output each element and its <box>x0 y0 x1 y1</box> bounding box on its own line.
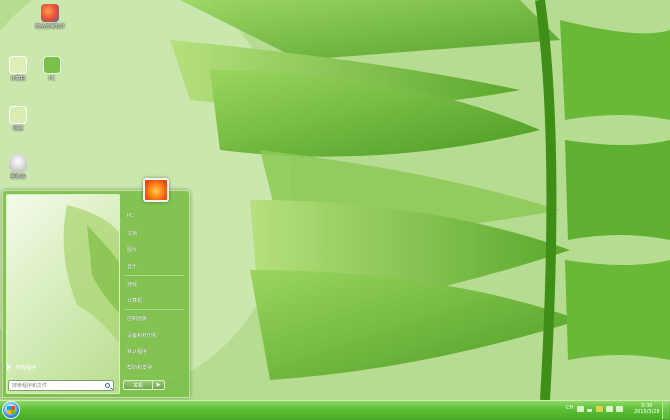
computer-icon <box>9 56 27 74</box>
desktop-icon-label: 计算机 <box>10 76 26 82</box>
desktop-icon-label: 回收站 <box>10 174 26 180</box>
user-avatar[interactable] <box>143 178 169 202</box>
desktop-icon-recycle-bin[interactable]: 回收站 <box>0 154 36 180</box>
network-icon <box>9 106 27 124</box>
menu-item-music[interactable]: 音乐 <box>127 263 137 270</box>
tray-arrow-icon[interactable] <box>587 406 592 412</box>
menu-item-games[interactable]: 游戏 <box>127 281 137 288</box>
keyboard-icon[interactable] <box>577 406 584 412</box>
shutdown-button[interactable]: 关机 <box>123 380 153 390</box>
menu-item-pc[interactable]: PC <box>127 213 134 219</box>
menu-item-documents[interactable]: 文档 <box>127 230 137 237</box>
show-desktop-button[interactable] <box>662 401 669 419</box>
desktop-icon-label: 安全管家软件 <box>34 24 65 30</box>
volume-icon[interactable] <box>616 406 623 412</box>
search-placeholder: 搜索程序和文件 <box>12 383 48 389</box>
menu-item-computer[interactable]: 计算机 <box>127 297 142 304</box>
menu-separator <box>124 275 184 276</box>
menu-item-default-programs[interactable]: 默认程序 <box>127 348 147 355</box>
start-button[interactable] <box>2 401 20 419</box>
menu-item-help-support[interactable]: 帮助和支持 <box>127 364 152 371</box>
all-programs-button[interactable]: 所有程序 <box>3 361 117 373</box>
recycle-bin-icon <box>9 154 27 172</box>
search-icon[interactable] <box>105 383 110 388</box>
desktop-icon-pc[interactable]: PC <box>34 56 70 82</box>
app-icon <box>41 4 59 22</box>
menu-item-control-panel[interactable]: 控制面板 <box>127 315 147 322</box>
arrow-right-icon <box>7 364 11 370</box>
shutdown-options-button[interactable]: ▶ <box>153 380 165 390</box>
desktop-icon-app[interactable]: 安全管家软件 <box>32 4 68 30</box>
desktop-icon-network[interactable]: 网络 <box>0 106 36 132</box>
pc-icon <box>43 56 61 74</box>
clock-date: 2015/3/28 <box>634 409 660 415</box>
menu-item-devices-printers[interactable]: 设备和打印机 <box>127 332 157 339</box>
desktop-icon-label: 网络 <box>12 126 23 132</box>
desktop-icon-label: PC <box>48 76 56 82</box>
network-tray-icon[interactable] <box>606 406 613 412</box>
all-programs-label: 所有程序 <box>16 364 37 371</box>
windows-logo-icon <box>7 406 15 414</box>
security-icon[interactable] <box>596 406 603 412</box>
menu-separator <box>124 309 184 310</box>
start-search-input[interactable]: 搜索程序和文件 <box>8 380 114 391</box>
language-indicator[interactable]: CH <box>566 405 573 411</box>
desktop-icon-computer[interactable]: 计算机 <box>0 56 36 82</box>
system-clock[interactable]: 9:30 2015/3/28 <box>634 403 660 415</box>
menu-item-pictures[interactable]: 图片 <box>127 246 137 253</box>
